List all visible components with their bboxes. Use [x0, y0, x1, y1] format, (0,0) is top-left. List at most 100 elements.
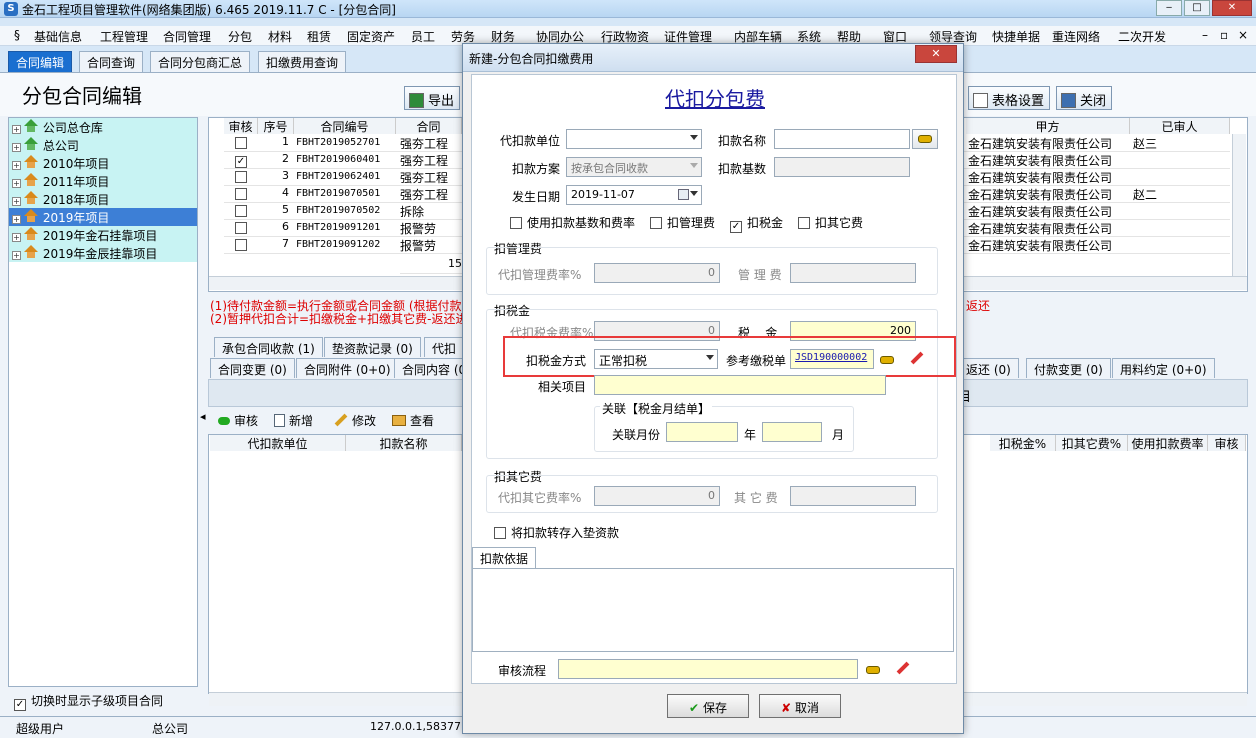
show-sub-contracts-checkbox[interactable]: ✓ 切换时显示子级项目合同: [8, 689, 198, 711]
tab-material-terms[interactable]: 用料约定 (0+0): [1112, 358, 1215, 378]
row-name: 报警劳: [400, 237, 462, 254]
col-code[interactable]: 合同编号: [294, 118, 396, 134]
basis-textarea[interactable]: [472, 568, 954, 652]
other-rate-input[interactable]: 0: [594, 486, 720, 506]
col-auditor[interactable]: 已审人: [1130, 118, 1230, 134]
lower-col-tax-rate[interactable]: 扣税金%: [990, 435, 1056, 451]
mgmt-fee-checkbox[interactable]: 扣管理费: [650, 214, 715, 231]
tab-contract-query[interactable]: 合同查询: [79, 51, 144, 72]
workflow-input[interactable]: [558, 659, 858, 679]
menu-fixed-assets[interactable]: 固定资产: [347, 28, 395, 45]
grid-vscrollbar[interactable]: [1232, 134, 1246, 276]
splitter-arrow-icon[interactable]: ◂: [200, 410, 206, 423]
tree-item-2011[interactable]: + 2011年项目: [9, 172, 197, 190]
tree-item-2018[interactable]: + 2018年项目: [9, 190, 197, 208]
tab-subcontractor-summary[interactable]: 合同分包商汇总: [150, 51, 251, 72]
scheme-select[interactable]: 按承包合同收款: [566, 157, 702, 177]
row-code: FBHT2019052701: [296, 135, 396, 152]
deduct-name-input[interactable]: [774, 129, 910, 149]
year-input[interactable]: [666, 422, 738, 442]
audit-checkbox[interactable]: [224, 203, 258, 220]
row-auditor: 赵二: [1133, 186, 1229, 203]
mdi-close-icon[interactable]: ×: [1238, 28, 1248, 42]
audit-checkbox[interactable]: ✓: [224, 152, 258, 169]
close-window-button[interactable]: ✕: [1212, 0, 1252, 16]
pick-workflow-button[interactable]: [866, 662, 880, 676]
lower-col-name[interactable]: 扣款名称: [346, 435, 462, 451]
menu-staff[interactable]: 员工: [411, 28, 435, 45]
tree-item-2010[interactable]: + 2010年项目: [9, 154, 197, 172]
menu-reconnect[interactable]: 重连网络: [1052, 28, 1100, 45]
mgmt-fee-check: [650, 217, 662, 229]
menu-dev[interactable]: 二次开发: [1118, 28, 1166, 45]
pick-deduct-name-button[interactable]: [912, 129, 938, 149]
maximize-button[interactable]: □: [1184, 0, 1210, 16]
tree-item-2019[interactable]: + 2019年项目: [9, 208, 197, 226]
mdi-min-icon[interactable]: –: [1202, 28, 1208, 42]
tree-item-warehouse[interactable]: + 公司总仓库: [9, 118, 197, 136]
tab-contract-receipts[interactable]: 承包合同收款 (1): [214, 337, 323, 357]
save-button[interactable]: ✔ 保存: [667, 694, 749, 718]
lower-col-other-rate[interactable]: 扣其它费%: [1056, 435, 1128, 451]
mgmt-rate-input[interactable]: 0: [594, 263, 720, 283]
lower-audit-button[interactable]: 审核: [218, 412, 258, 429]
project-input[interactable]: [594, 375, 886, 395]
tab-returns[interactable]: 返还 (0): [958, 358, 1019, 378]
col-audit[interactable]: 审核: [224, 118, 258, 134]
col-seq[interactable]: 序号: [258, 118, 294, 134]
audit-checkbox[interactable]: [224, 169, 258, 186]
table-settings-button[interactable]: 表格设置: [968, 86, 1051, 110]
menu-quick-docs[interactable]: 快捷单据: [992, 28, 1040, 45]
tab-deduction-basis[interactable]: 扣款依据: [472, 547, 537, 568]
row-party-a: 金石建筑安装有限责任公司: [968, 152, 1130, 169]
tab-advance-records[interactable]: 垫资款记录 (0): [324, 337, 421, 357]
col-name[interactable]: 合同: [396, 118, 462, 134]
mdi-restore-icon[interactable]: ▫: [1220, 28, 1228, 42]
menu-material[interactable]: 材料: [268, 28, 292, 45]
dialog-close-button[interactable]: ✕: [915, 45, 957, 63]
tree-item-2019-jinchen[interactable]: + 2019年金辰挂靠项目: [9, 244, 197, 262]
mgmt-fee-input[interactable]: [790, 263, 916, 283]
lower-edit-button[interactable]: 修改: [334, 412, 376, 429]
tree-item-2019-jinshi[interactable]: + 2019年金石挂靠项目: [9, 226, 197, 244]
lower-view-button[interactable]: 查看: [392, 412, 434, 429]
audit-checkbox[interactable]: [224, 237, 258, 254]
transfer-checkbox[interactable]: 将扣款转存入垫资款: [494, 524, 619, 541]
menu-app-icon[interactable]: §: [14, 28, 20, 42]
menu-subcontract[interactable]: 分包: [228, 28, 252, 45]
audit-checkbox[interactable]: [224, 220, 258, 237]
date-picker[interactable]: 2019-11-07: [566, 185, 702, 205]
other-fee-input[interactable]: [790, 486, 916, 506]
menu-project-mgmt[interactable]: 工程管理: [100, 28, 148, 45]
unit-select[interactable]: [566, 129, 702, 149]
tab-contract-edit[interactable]: 合同编辑: [8, 51, 73, 72]
lower-col-audit[interactable]: 审核: [1208, 435, 1246, 451]
menu-lease[interactable]: 租赁: [307, 28, 331, 45]
tab-deductions[interactable]: 代扣: [424, 337, 465, 357]
lower-col-use-rate[interactable]: 使用扣款费率: [1128, 435, 1208, 451]
lower-col-unit[interactable]: 代扣款单位: [210, 435, 346, 451]
tree-item-head-office[interactable]: + 总公司: [9, 136, 197, 154]
deduct-name-label: 扣款名称: [718, 134, 767, 148]
tax-checkbox[interactable]: ✓ 扣税金: [730, 214, 783, 233]
clear-workflow-button[interactable]: [896, 661, 910, 676]
date-label: 发生日期: [512, 190, 561, 204]
audit-checkbox[interactable]: [224, 135, 258, 152]
base-input[interactable]: [774, 157, 910, 177]
minimize-button[interactable]: ‒: [1156, 0, 1182, 16]
other-fee-checkbox[interactable]: 扣其它费: [798, 214, 863, 231]
menu-basic-info[interactable]: 基础信息: [34, 28, 82, 45]
tab-contract-attachments[interactable]: 合同附件 (0+0): [296, 358, 399, 378]
menu-contract-mgmt[interactable]: 合同管理: [163, 28, 211, 45]
tab-contract-change[interactable]: 合同变更 (0): [210, 358, 295, 378]
audit-checkbox[interactable]: [224, 186, 258, 203]
tab-payment-change[interactable]: 付款变更 (0): [1026, 358, 1111, 378]
tab-deduction-query[interactable]: 扣缴费用查询: [258, 51, 347, 72]
cancel-button[interactable]: ✘ 取消: [759, 694, 841, 718]
close-page-button[interactable]: 关闭: [1056, 86, 1113, 110]
month-input[interactable]: [762, 422, 822, 442]
export-button[interactable]: 导出: [404, 86, 461, 110]
lower-new-button[interactable]: 新增: [274, 412, 313, 429]
col-party-a[interactable]: 甲方: [966, 118, 1130, 134]
use-rate-checkbox[interactable]: 使用扣款基数和费率: [510, 214, 635, 231]
